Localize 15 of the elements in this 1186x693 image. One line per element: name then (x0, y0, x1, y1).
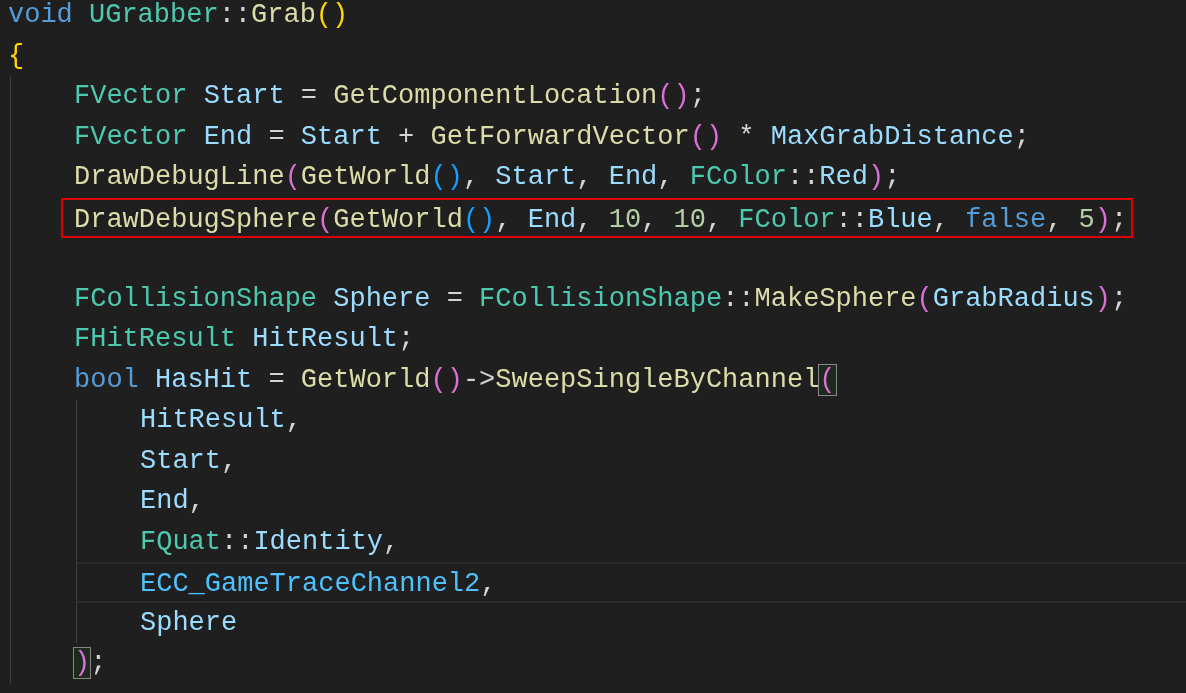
code-line: FVector End = Start + GetForwardVector() * MaxGrabDistance; (74, 120, 1031, 154)
code-line: { (8, 39, 26, 73)
code-line: bool HasHit = GetWorld()->SweepSingleByChannel( (74, 363, 837, 397)
code-line: DrawDebugLine(GetWorld(), Start, End, FColor::Red); (74, 161, 902, 194)
code-line: FCollisionShape Sphere = FCollisionShape::MakeSphere(GrabRadius); (74, 282, 1129, 316)
code-line: Sphere (140, 606, 239, 640)
code-line: End, (140, 485, 206, 518)
code-line: FHitResult HitResult; (74, 323, 416, 356)
code-line: FVector Start = GetComponentLocation(); (74, 80, 707, 113)
code-line: FQuat::Identity, (140, 525, 401, 559)
current-code-line: ECC_GameTraceChannel2, (75, 562, 1186, 603)
code-line: Start, (140, 444, 239, 478)
code-line: void UGrabber::Grab() (8, 0, 350, 32)
code-line: HitResult, (140, 404, 304, 437)
code-line: ); (74, 647, 108, 680)
